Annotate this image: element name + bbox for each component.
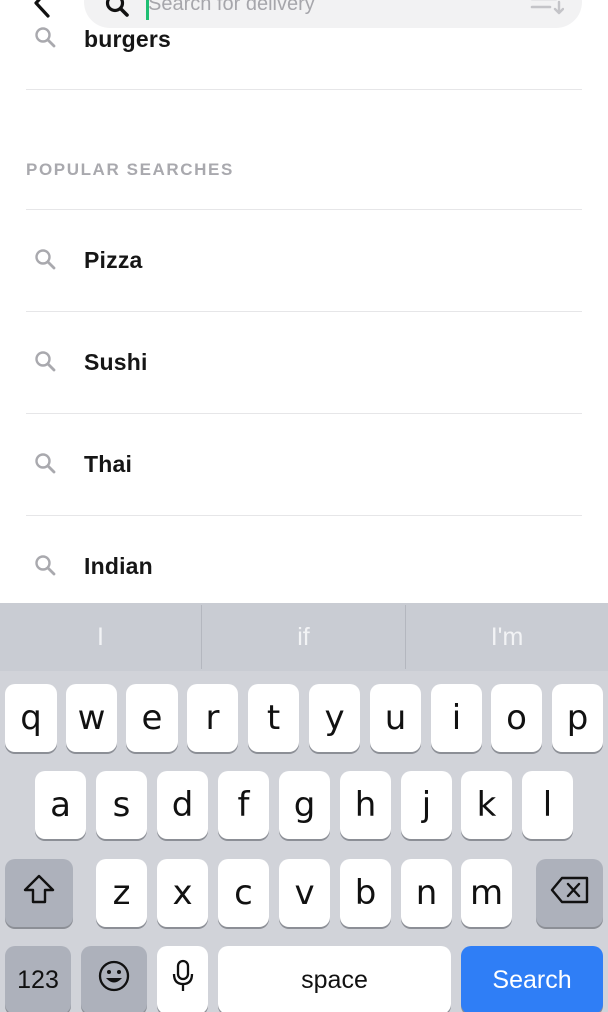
key-l[interactable]: l bbox=[522, 771, 573, 839]
recent-search-item[interactable]: burgers bbox=[26, 20, 582, 60]
suggestion-item[interactable]: I'm bbox=[406, 603, 608, 671]
popular-search-label: Pizza bbox=[84, 247, 143, 273]
key-b[interactable]: b bbox=[340, 859, 391, 927]
suggestion-item[interactable]: if bbox=[202, 603, 405, 671]
delete-key[interactable] bbox=[536, 859, 603, 927]
key-a[interactable]: a bbox=[35, 771, 86, 839]
shift-arrow-icon bbox=[22, 873, 56, 914]
key-v[interactable]: v bbox=[279, 859, 330, 927]
backspace-icon bbox=[550, 873, 590, 913]
popular-search-label: Indian bbox=[84, 553, 153, 579]
search-icon bbox=[34, 554, 56, 576]
microphone-icon bbox=[171, 959, 195, 1002]
divider bbox=[26, 89, 582, 90]
search-icon bbox=[34, 452, 56, 474]
suggestion-item[interactable]: I bbox=[0, 603, 201, 671]
search-icon bbox=[34, 248, 56, 270]
key-f[interactable]: f bbox=[218, 771, 269, 839]
key-d[interactable]: d bbox=[157, 771, 208, 839]
popular-search-item[interactable]: Pizza bbox=[26, 210, 582, 312]
smiley-icon bbox=[97, 959, 131, 1002]
key-q[interactable]: q bbox=[5, 684, 57, 752]
search-icon bbox=[104, 0, 130, 18]
search-icon bbox=[34, 26, 56, 48]
back-chevron-icon[interactable] bbox=[26, 0, 60, 20]
popular-search-item[interactable]: Indian bbox=[26, 516, 582, 603]
popular-search-item[interactable]: Thai bbox=[26, 414, 582, 516]
key-x[interactable]: x bbox=[157, 859, 208, 927]
key-e[interactable]: e bbox=[126, 684, 178, 752]
search-key[interactable]: Search bbox=[461, 946, 603, 1012]
key-y[interactable]: y bbox=[309, 684, 360, 752]
key-c[interactable]: c bbox=[218, 859, 269, 927]
key-k[interactable]: k bbox=[461, 771, 512, 839]
search-input[interactable] bbox=[148, 0, 508, 18]
sort-lines-icon[interactable] bbox=[530, 0, 565, 16]
numbers-key[interactable]: 123 bbox=[5, 946, 71, 1012]
key-j[interactable]: j bbox=[401, 771, 452, 839]
key-n[interactable]: n bbox=[401, 859, 452, 927]
popular-search-item[interactable]: Sushi bbox=[26, 312, 582, 414]
popular-search-label: Thai bbox=[84, 451, 133, 477]
section-heading: POPULAR SEARCHES bbox=[26, 160, 234, 179]
key-u[interactable]: u bbox=[370, 684, 421, 752]
emoji-key[interactable] bbox=[81, 946, 147, 1012]
search-icon bbox=[34, 350, 56, 372]
recent-search-label: burgers bbox=[84, 26, 172, 52]
popular-search-label: Sushi bbox=[84, 349, 148, 375]
key-t[interactable]: t bbox=[248, 684, 299, 752]
key-z[interactable]: z bbox=[96, 859, 147, 927]
on-screen-keyboard: I if I'm q w e r t y u i o p a s d f g h… bbox=[0, 603, 608, 1012]
key-s[interactable]: s bbox=[96, 771, 147, 839]
key-w[interactable]: w bbox=[66, 684, 117, 752]
dictation-key[interactable] bbox=[157, 946, 208, 1012]
key-g[interactable]: g bbox=[279, 771, 330, 839]
key-o[interactable]: o bbox=[491, 684, 542, 752]
key-i[interactable]: i bbox=[431, 684, 482, 752]
key-h[interactable]: h bbox=[340, 771, 391, 839]
key-m[interactable]: m bbox=[461, 859, 512, 927]
space-key[interactable]: space bbox=[218, 946, 451, 1012]
key-p[interactable]: p bbox=[552, 684, 603, 752]
predictive-text-bar: I if I'm bbox=[0, 603, 608, 671]
key-r[interactable]: r bbox=[187, 684, 238, 752]
shift-key[interactable] bbox=[5, 859, 73, 927]
